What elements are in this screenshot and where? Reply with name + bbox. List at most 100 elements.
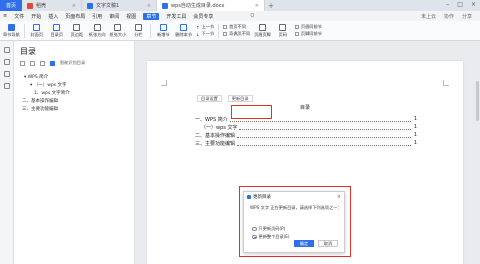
document-icon	[87, 2, 93, 9]
nav-toc-item[interactable]: 1、wps 文字简介	[22, 90, 70, 98]
tab-doc1[interactable]: 文字文稿1 ×	[82, 0, 157, 11]
columns-button[interactable]: 分栏	[130, 23, 146, 38]
ok-button[interactable]: 确定	[294, 240, 314, 247]
cancel-button[interactable]: 取消	[318, 240, 338, 247]
expand-icon[interactable]	[20, 60, 25, 66]
menu-member[interactable]: 会员专享	[193, 13, 213, 20]
collaborate-button[interactable]: 协作	[444, 13, 454, 20]
smart-toc-label[interactable]: 智能识别目录	[60, 60, 85, 66]
share-button[interactable]: 分享	[462, 13, 472, 20]
nav-toc-item[interactable]: ▾ WPS 简介	[22, 74, 70, 82]
dialog-title: 更新目录	[253, 194, 271, 200]
menu-developer[interactable]: 开发工具	[166, 13, 186, 20]
maximize-icon[interactable]: □	[457, 1, 463, 8]
collapse-icon[interactable]	[30, 60, 35, 66]
nav-toc-item[interactable]: 三、主要功能编辑	[22, 106, 70, 114]
cloud-status[interactable]: 未上云	[421, 13, 436, 20]
toc-line[interactable]: 二、基本操作编辑 1	[195, 132, 417, 139]
checkbox-label: 页眉同前节	[300, 24, 322, 29]
cover-page-button[interactable]: 封面页	[29, 23, 45, 38]
margin-corner	[443, 80, 449, 86]
menu-start[interactable]: 开始	[31, 13, 41, 20]
toc-line[interactable]: 一、WPS 简介 1	[195, 116, 417, 123]
tab-daoke[interactable]: 稻壳 ×	[22, 0, 82, 11]
add-tab-button[interactable]: +	[265, 2, 277, 10]
nav-toc-tree: ▾ WPS 简介 ▾ （一）wps 文字 1、wps 文字简介 二、基本操作编辑…	[22, 74, 70, 114]
toc-line[interactable]: （一）wps 文字 1	[201, 124, 417, 131]
add-section-button[interactable]: 新增节	[155, 23, 171, 38]
toc-heading: 目录	[299, 105, 310, 111]
page-number-button[interactable]: 页码	[275, 23, 291, 38]
margin-corner	[161, 80, 167, 86]
document-page[interactable]: 目录设置 更新目录 目录 一、WPS 简介 1 （一）wps 文字 1 二、基本操作…	[147, 61, 463, 264]
header-footer-button[interactable]: 页眉页脚	[254, 23, 271, 38]
document-icon	[162, 2, 168, 9]
menu-layout[interactable]: 页面布局	[65, 13, 85, 20]
minimize-icon[interactable]: –	[446, 1, 449, 8]
search-icon[interactable]	[3, 83, 10, 89]
nav-toc-item[interactable]: 二、基本操作编辑	[22, 98, 70, 106]
nav-pane-icon[interactable]	[3, 47, 10, 53]
toc-line-text: 三、主要功能编辑	[195, 141, 236, 147]
prev-section-button[interactable]: ↑ 上一节	[196, 24, 214, 30]
thumbnail-icon[interactable]	[3, 71, 10, 77]
toc-page-number: 1	[413, 132, 417, 138]
toc-item-text: 三、主要功能编辑	[22, 107, 58, 112]
add-section-icon	[159, 23, 167, 31]
menu-chapter[interactable]: 章节	[143, 12, 160, 20]
margins-icon	[73, 23, 81, 31]
tab-active-doc[interactable]: wps自动生成目录.docx ×	[157, 0, 265, 11]
toc-icon	[53, 23, 61, 31]
button-label: 分栏	[134, 31, 143, 37]
margins-button[interactable]: 页边距	[69, 23, 85, 38]
odd-even-diff-checkbox[interactable]: 奇偶页不同	[223, 31, 250, 37]
toc-line-text: （一）wps 文字	[201, 125, 238, 131]
header-same-checkbox[interactable]: 页眉同前节	[294, 24, 322, 30]
page-number-icon	[279, 23, 287, 31]
menu-file[interactable]: 文件	[14, 13, 24, 20]
close-icon[interactable]: ×	[72, 3, 76, 9]
menu-icon[interactable]: ≡	[3, 13, 7, 19]
close-icon[interactable]: ×	[255, 3, 259, 9]
search-icon[interactable]: Q	[250, 13, 254, 19]
toc-page-number: 1	[413, 140, 417, 146]
menu-reference[interactable]: 引用	[92, 13, 102, 20]
option-page-only[interactable]: 只更新页码(P)	[252, 226, 285, 232]
ribbon-toolbar: 章节导航 封面页 目录页 页边距 纸张方向 纸张大小 分栏 新增节 删除本节 ↑…	[0, 21, 480, 41]
menu-view[interactable]: 视图	[126, 13, 136, 20]
tab-label: wps自动生成目录.docx	[171, 3, 225, 9]
settings-icon[interactable]	[40, 60, 45, 66]
next-section-button[interactable]: ↓ 下一节	[196, 31, 214, 37]
menu-review[interactable]: 审阅	[109, 13, 119, 20]
home-tab[interactable]: 首页	[0, 0, 22, 11]
window-controls: – □ ×	[446, 1, 476, 8]
delete-section-button[interactable]: 删除本节	[175, 23, 192, 38]
first-page-diff-checkbox[interactable]: 首页不同	[223, 24, 250, 30]
paper-size-button[interactable]: 纸张大小	[110, 23, 126, 38]
vertical-scrollbar[interactable]	[476, 81, 479, 121]
chapter-nav-button[interactable]: 章节导航	[3, 23, 20, 38]
close-icon[interactable]: ×	[147, 3, 151, 9]
orientation-button[interactable]: 纸张方向	[89, 23, 106, 38]
smart-toc-icon[interactable]	[50, 60, 55, 66]
close-window-icon[interactable]: ×	[471, 1, 476, 8]
menu-insert[interactable]: 插入	[48, 13, 58, 20]
footer-same-checkbox[interactable]: 页脚同前节	[294, 31, 322, 37]
checkbox-icon	[294, 25, 299, 29]
toc-line[interactable]: 三、主要功能编辑 1	[195, 140, 417, 147]
nav-toc-item[interactable]: ▾ （一）wps 文字	[22, 82, 70, 90]
close-icon[interactable]: ×	[337, 194, 341, 200]
toc-item-text: （一）wps 文字	[33, 83, 67, 88]
toc-page-button[interactable]: 目录页	[49, 23, 65, 38]
button-label: 下一节	[201, 31, 215, 36]
option-entire-toc[interactable]: 更新整个目录(E)	[252, 234, 290, 240]
left-icon-strip	[0, 41, 14, 264]
update-toc-button[interactable]: 更新目录	[227, 95, 253, 102]
cover-icon	[33, 23, 41, 31]
arrow-down-icon: ↓	[196, 31, 200, 37]
page-options-group: 首页不同 奇偶页不同	[223, 24, 250, 37]
menu-bar: ≡ 文件 开始 插入 页面布局 引用 审阅 视图 章节 开发工具 会员专享 Q …	[0, 11, 480, 21]
toc-settings-button[interactable]: 目录设置	[197, 95, 222, 102]
bookmark-icon[interactable]	[3, 59, 10, 65]
button-label: 页边距	[70, 31, 84, 37]
